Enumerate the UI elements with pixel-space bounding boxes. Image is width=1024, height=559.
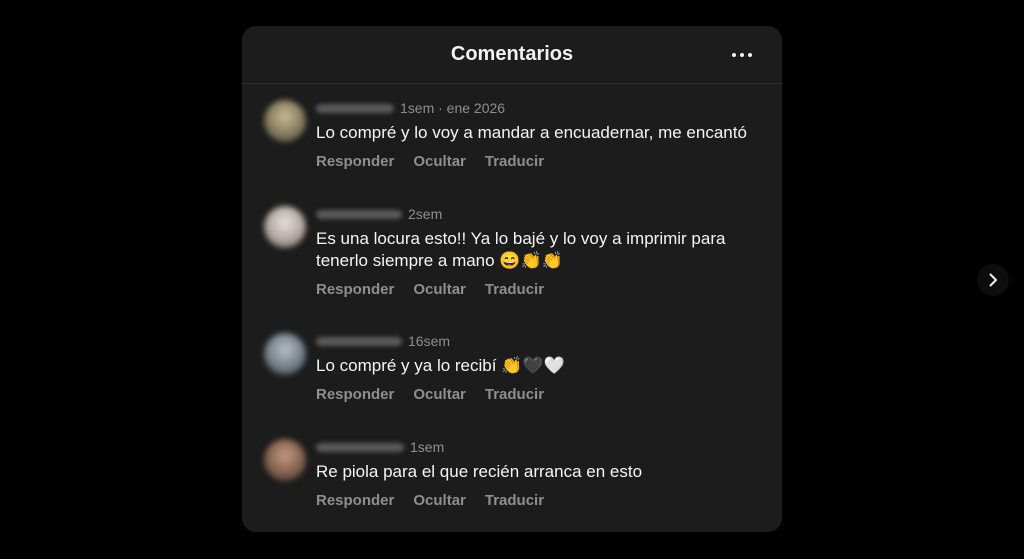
- avatar[interactable]: [264, 206, 306, 248]
- username-blurred[interactable]: [316, 442, 404, 452]
- next-button[interactable]: [977, 264, 1009, 296]
- reply-button[interactable]: Responder: [316, 281, 394, 298]
- reply-button[interactable]: Responder: [316, 153, 394, 170]
- hide-button[interactable]: Ocultar: [413, 281, 466, 298]
- more-options-icon[interactable]: [732, 52, 752, 58]
- translate-button[interactable]: Traducir: [485, 281, 544, 298]
- username-blurred[interactable]: [316, 209, 402, 219]
- panel-title: Comentarios: [450, 43, 574, 65]
- comment-time: 1sem · ene 2026: [400, 100, 506, 116]
- comment-time: 16sem: [408, 333, 451, 349]
- chevron-right-icon: [989, 273, 997, 287]
- hide-button[interactable]: Ocultar: [413, 153, 466, 170]
- avatar[interactable]: [264, 439, 306, 481]
- avatar[interactable]: [264, 100, 306, 142]
- comment-text: Lo compré y ya lo recibí 👏🖤🤍: [316, 356, 565, 375]
- reply-button[interactable]: Responder: [316, 492, 394, 509]
- comments-panel: Comentarios 1sem · ene 2026 Lo compré y …: [242, 26, 782, 532]
- panel-header: Comentarios: [242, 26, 782, 84]
- translate-button[interactable]: Traducir: [485, 153, 544, 170]
- username-blurred[interactable]: [316, 103, 394, 113]
- translate-button[interactable]: Traducir: [485, 492, 544, 509]
- reply-button[interactable]: Responder: [316, 386, 394, 403]
- avatar[interactable]: [264, 333, 306, 375]
- comment-time: 1sem: [410, 439, 445, 455]
- translate-button[interactable]: Traducir: [485, 386, 544, 403]
- hide-button[interactable]: Ocultar: [413, 492, 466, 509]
- comment-time: 2sem: [408, 206, 443, 222]
- comment-text: Lo compré y lo voy a mandar a encuaderna…: [316, 123, 747, 142]
- comment-text: Es una locura esto!! Ya lo bajé y lo voy…: [316, 229, 726, 270]
- comment-text: Re piola para el que recién arranca en e…: [316, 462, 643, 481]
- username-blurred[interactable]: [316, 336, 402, 346]
- hide-button[interactable]: Ocultar: [413, 386, 466, 403]
